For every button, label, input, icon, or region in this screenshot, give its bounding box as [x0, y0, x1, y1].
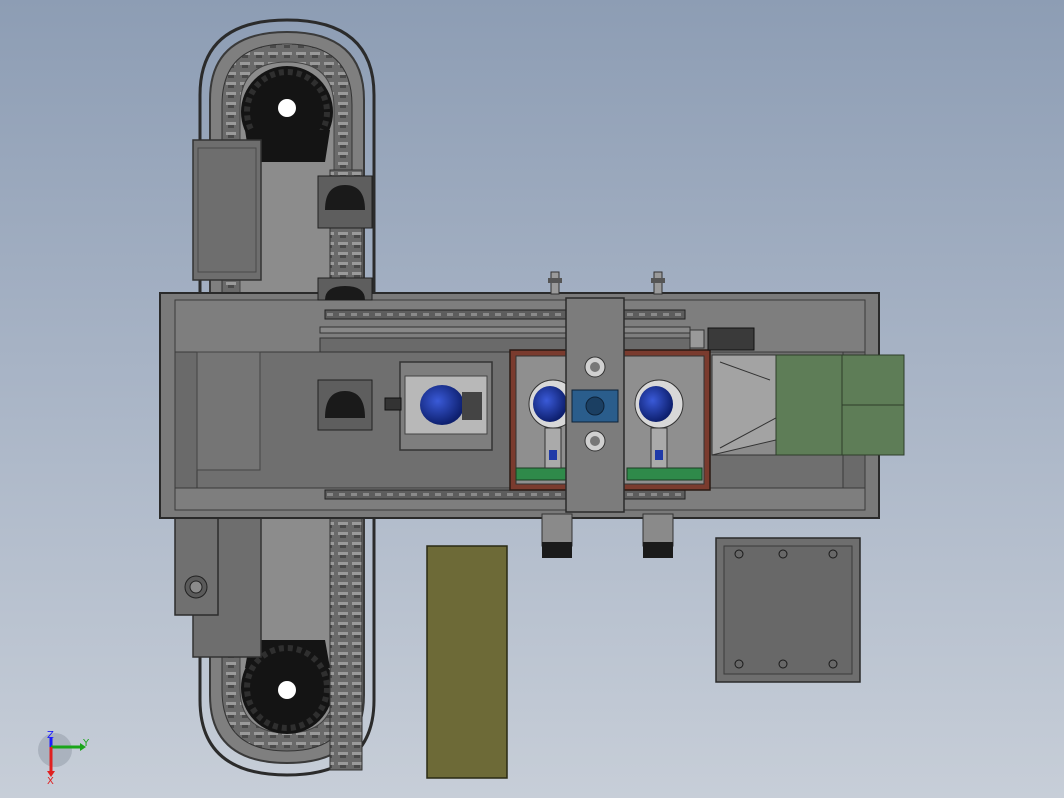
y-axis-label: Y: [82, 738, 90, 749]
olive-plate: [426, 545, 508, 779]
clamp-block-3: [317, 379, 373, 431]
base-plate: [715, 537, 861, 683]
motor-1: [384, 361, 493, 451]
clamp-block-2: [317, 277, 373, 301]
z-axis-label: Z: [47, 730, 54, 741]
hopper: [711, 354, 905, 456]
drive-box: [174, 506, 219, 616]
upper-guard-box: [192, 139, 262, 281]
cad-viewport[interactable]: Z Y X: [0, 0, 1064, 798]
cad-model-drawing: Z Y X: [38, 18, 905, 787]
sensor-box: [707, 327, 755, 351]
coordinate-triad: Z Y X: [38, 730, 90, 787]
top-cylinders: [548, 271, 665, 295]
bottom-rail: [324, 489, 686, 500]
top-rail: [324, 309, 686, 320]
clamp-block-1: [317, 175, 373, 229]
bottom-cylinders: [541, 513, 674, 558]
x-axis-label: X: [47, 776, 54, 787]
